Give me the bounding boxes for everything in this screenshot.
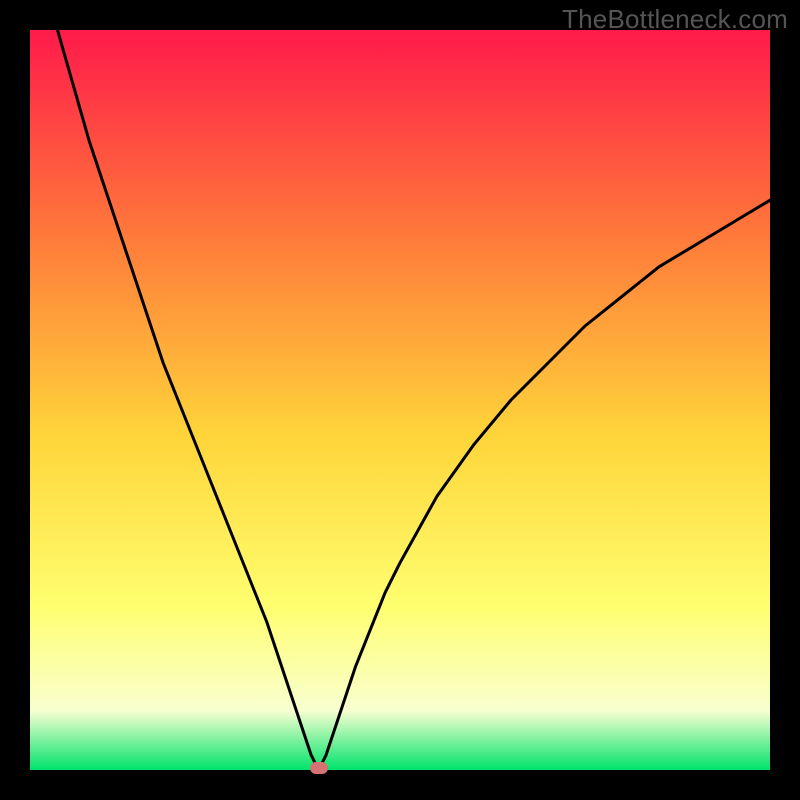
chart-frame: TheBottleneck.com [0,0,800,800]
bottleneck-chart [30,30,770,770]
optimum-marker [310,762,328,774]
gradient-background [30,30,770,770]
